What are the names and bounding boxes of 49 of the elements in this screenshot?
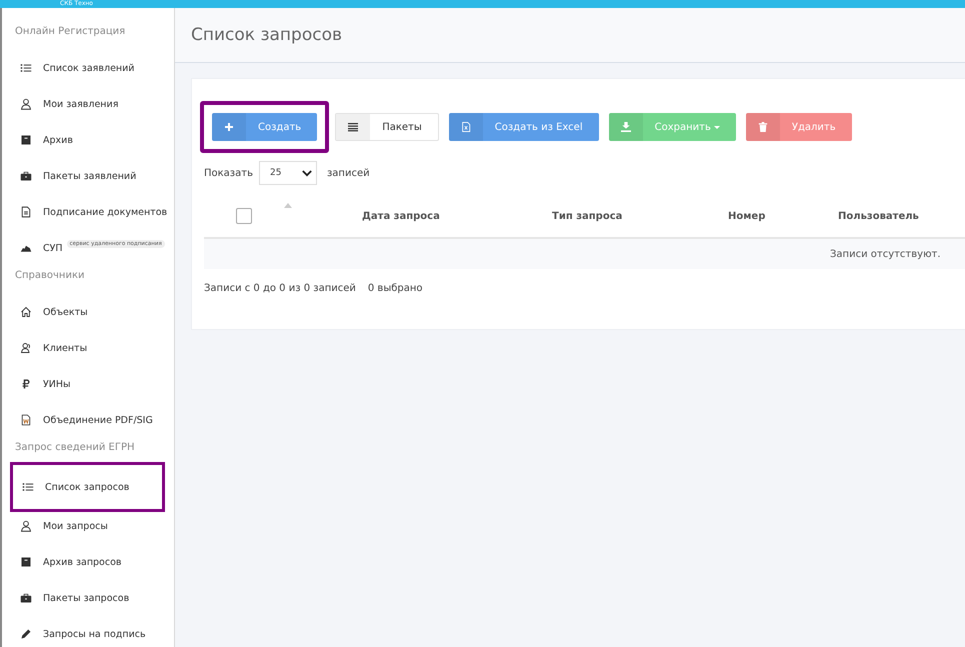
- archive-box-icon: [20, 134, 32, 146]
- section-title: Онлайн Регистрация: [14, 26, 126, 39]
- sidebar-item[interactable]: Архив: [2, 122, 174, 158]
- records-label: записей: [326, 168, 370, 178]
- user-icon: [20, 520, 32, 532]
- user-icon: [20, 98, 32, 110]
- section-title: Справочники: [14, 270, 86, 283]
- selected-count: 0 выбрано: [368, 283, 423, 294]
- sidebar-item[interactable]: Архив запросов: [2, 544, 174, 580]
- sidebar-item[interactable]: Пакеты заявлений: [2, 158, 174, 194]
- column-header[interactable]: Номер: [728, 210, 838, 222]
- excel-file-icon: [460, 122, 471, 132]
- plus-icon: [224, 122, 234, 132]
- users-icon: [20, 342, 32, 354]
- briefcase-icon: [20, 592, 32, 604]
- chevron-down-icon: [302, 170, 312, 176]
- sidebar-item[interactable]: Запросы на подпись: [2, 616, 174, 647]
- sidebar-item[interactable]: Объекты: [2, 294, 174, 330]
- sidebar-item[interactable]: УИНы: [2, 366, 174, 402]
- packages-button[interactable]: Пакеты: [335, 113, 439, 141]
- word-document-icon: [20, 414, 32, 426]
- column-header[interactable]: Дата запроса: [362, 210, 552, 222]
- sidebar-item[interactable]: Объединение PDF/SIG: [2, 402, 174, 438]
- trash-icon: [758, 122, 768, 132]
- list-icon: [348, 122, 358, 132]
- download-icon: [620, 122, 631, 132]
- section-title: Запрос сведений ЕГРН: [14, 442, 136, 455]
- empty-message: Записи отсутствуют.: [830, 248, 940, 260]
- list-icon: [20, 62, 32, 74]
- briefcase-icon: [20, 170, 32, 182]
- sidebar-item[interactable]: Мои заявления: [2, 86, 174, 122]
- sidebar-item[interactable]: Подписание документов: [2, 194, 174, 230]
- sort-arrow-icon[interactable]: [284, 203, 292, 208]
- sidebar-item[interactable]: Клиенты: [2, 330, 174, 366]
- sidebar-item[interactable]: Список заявлений: [2, 50, 174, 86]
- list-icon: [22, 481, 34, 493]
- show-label: Показать: [204, 168, 253, 178]
- table-info: Записи с 0 до 0 из 0 записей: [204, 283, 356, 294]
- home-icon: [20, 306, 32, 318]
- column-header[interactable]: Тип запроса: [552, 210, 728, 222]
- select-all-checkbox[interactable]: [236, 208, 252, 224]
- page-size-select[interactable]: 25: [258, 161, 317, 185]
- pen-icon: [20, 628, 32, 640]
- archive-box-icon: [20, 556, 32, 568]
- page-title: Список запросов: [191, 25, 342, 45]
- document-icon: [20, 206, 32, 218]
- column-header[interactable]: Пользователь: [838, 210, 958, 222]
- ruble-icon: [20, 378, 32, 390]
- sidebar-item[interactable]: Пакеты запросов: [2, 580, 174, 616]
